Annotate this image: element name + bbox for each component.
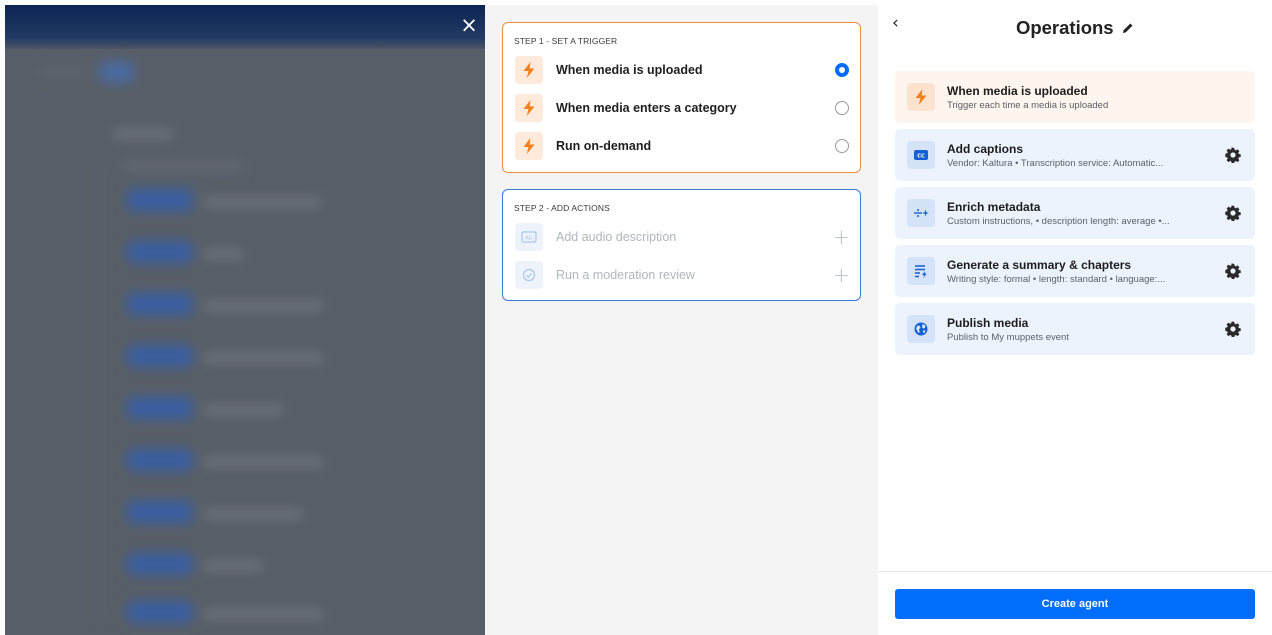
check-circle-icon	[515, 261, 543, 289]
radio-unselected[interactable]	[835, 139, 849, 153]
svg-text:AD: AD	[525, 236, 532, 242]
background-header	[5, 5, 485, 49]
svg-text:CC: CC	[917, 153, 925, 159]
lightning-icon	[515, 94, 543, 122]
lightning-icon	[515, 132, 543, 160]
operation-enrich-metadata[interactable]: Enrich metadata Custom instructions, • d…	[895, 187, 1255, 239]
radio-unselected[interactable]	[835, 101, 849, 115]
background-page-overlay	[5, 5, 485, 635]
operation-publish-media[interactable]: Publish media Publish to My muppets even…	[895, 303, 1255, 355]
operations-panel: ‹ Operations When media is uploaded Trig…	[878, 5, 1272, 635]
enrich-icon	[907, 199, 935, 227]
gear-icon[interactable]	[1225, 321, 1241, 337]
action-label: Run a moderation review	[556, 268, 695, 282]
operation-description: Publish to My muppets event	[947, 331, 1069, 343]
operations-header: Operations	[878, 17, 1272, 39]
page-title: Operations	[1015, 17, 1114, 38]
gear-icon[interactable]	[1225, 263, 1241, 279]
operation-description: Custom instructions, • description lengt…	[947, 215, 1170, 227]
operation-name: Publish media	[947, 315, 1029, 330]
operation-name: When media is uploaded	[947, 83, 1088, 98]
step-title: STEP 1 - SET A TRIGGER	[514, 36, 618, 46]
action-run-moderation-review[interactable]: Run a moderation review +	[515, 260, 851, 290]
lightning-icon	[515, 56, 543, 84]
agent-steps-panel: STEP 1 - SET A TRIGGER When media is upl…	[485, 5, 878, 635]
close-button[interactable]: ×	[458, 14, 480, 36]
operation-generate-summary-chapters[interactable]: Generate a summary & chapters Writing st…	[895, 245, 1255, 297]
step-trigger-card: STEP 1 - SET A TRIGGER When media is upl…	[502, 22, 861, 173]
pencil-icon[interactable]	[1122, 21, 1134, 39]
globe-icon	[907, 315, 935, 343]
trigger-option-media-category[interactable]: When media enters a category	[515, 93, 851, 123]
summary-icon	[907, 257, 935, 285]
operation-description: Writing style: formal • length: standard…	[947, 273, 1166, 285]
operation-trigger-card[interactable]: When media is uploaded Trigger each time…	[895, 71, 1255, 123]
add-action-plus-icon[interactable]: +	[833, 263, 850, 287]
option-label: Run on-demand	[556, 139, 652, 153]
captions-icon: CC	[907, 141, 935, 169]
create-agent-button[interactable]: Create agent	[895, 589, 1255, 619]
gear-icon[interactable]	[1225, 205, 1241, 221]
operation-name: Generate a summary & chapters	[947, 257, 1132, 272]
operation-name: Enrich metadata	[947, 199, 1041, 214]
operation-description: Trigger each time a media is uploaded	[947, 99, 1109, 111]
step-title: STEP 2 - ADD ACTIONS	[514, 203, 610, 213]
option-label: When media enters a category	[556, 101, 737, 115]
trigger-option-on-demand[interactable]: Run on-demand	[515, 131, 851, 161]
operation-description: Vendor: Kaltura • Transcription service:…	[947, 157, 1164, 169]
add-action-plus-icon[interactable]: +	[833, 225, 850, 249]
step-actions-card: STEP 2 - ADD ACTIONS AD Add audio descri…	[502, 189, 861, 301]
footer-divider	[878, 571, 1272, 572]
action-add-audio-description[interactable]: AD Add audio description +	[515, 222, 851, 252]
lightning-icon	[907, 83, 935, 111]
action-label: Add audio description	[556, 230, 677, 244]
option-label: When media is uploaded	[556, 63, 703, 77]
operation-name: Add captions	[947, 141, 1024, 156]
radio-selected[interactable]	[835, 63, 849, 77]
audio-description-icon: AD	[515, 223, 543, 251]
trigger-option-media-uploaded[interactable]: When media is uploaded	[515, 55, 851, 85]
gear-icon[interactable]	[1225, 147, 1241, 163]
operation-add-captions[interactable]: CC Add captions Vendor: Kaltura • Transc…	[895, 129, 1255, 181]
